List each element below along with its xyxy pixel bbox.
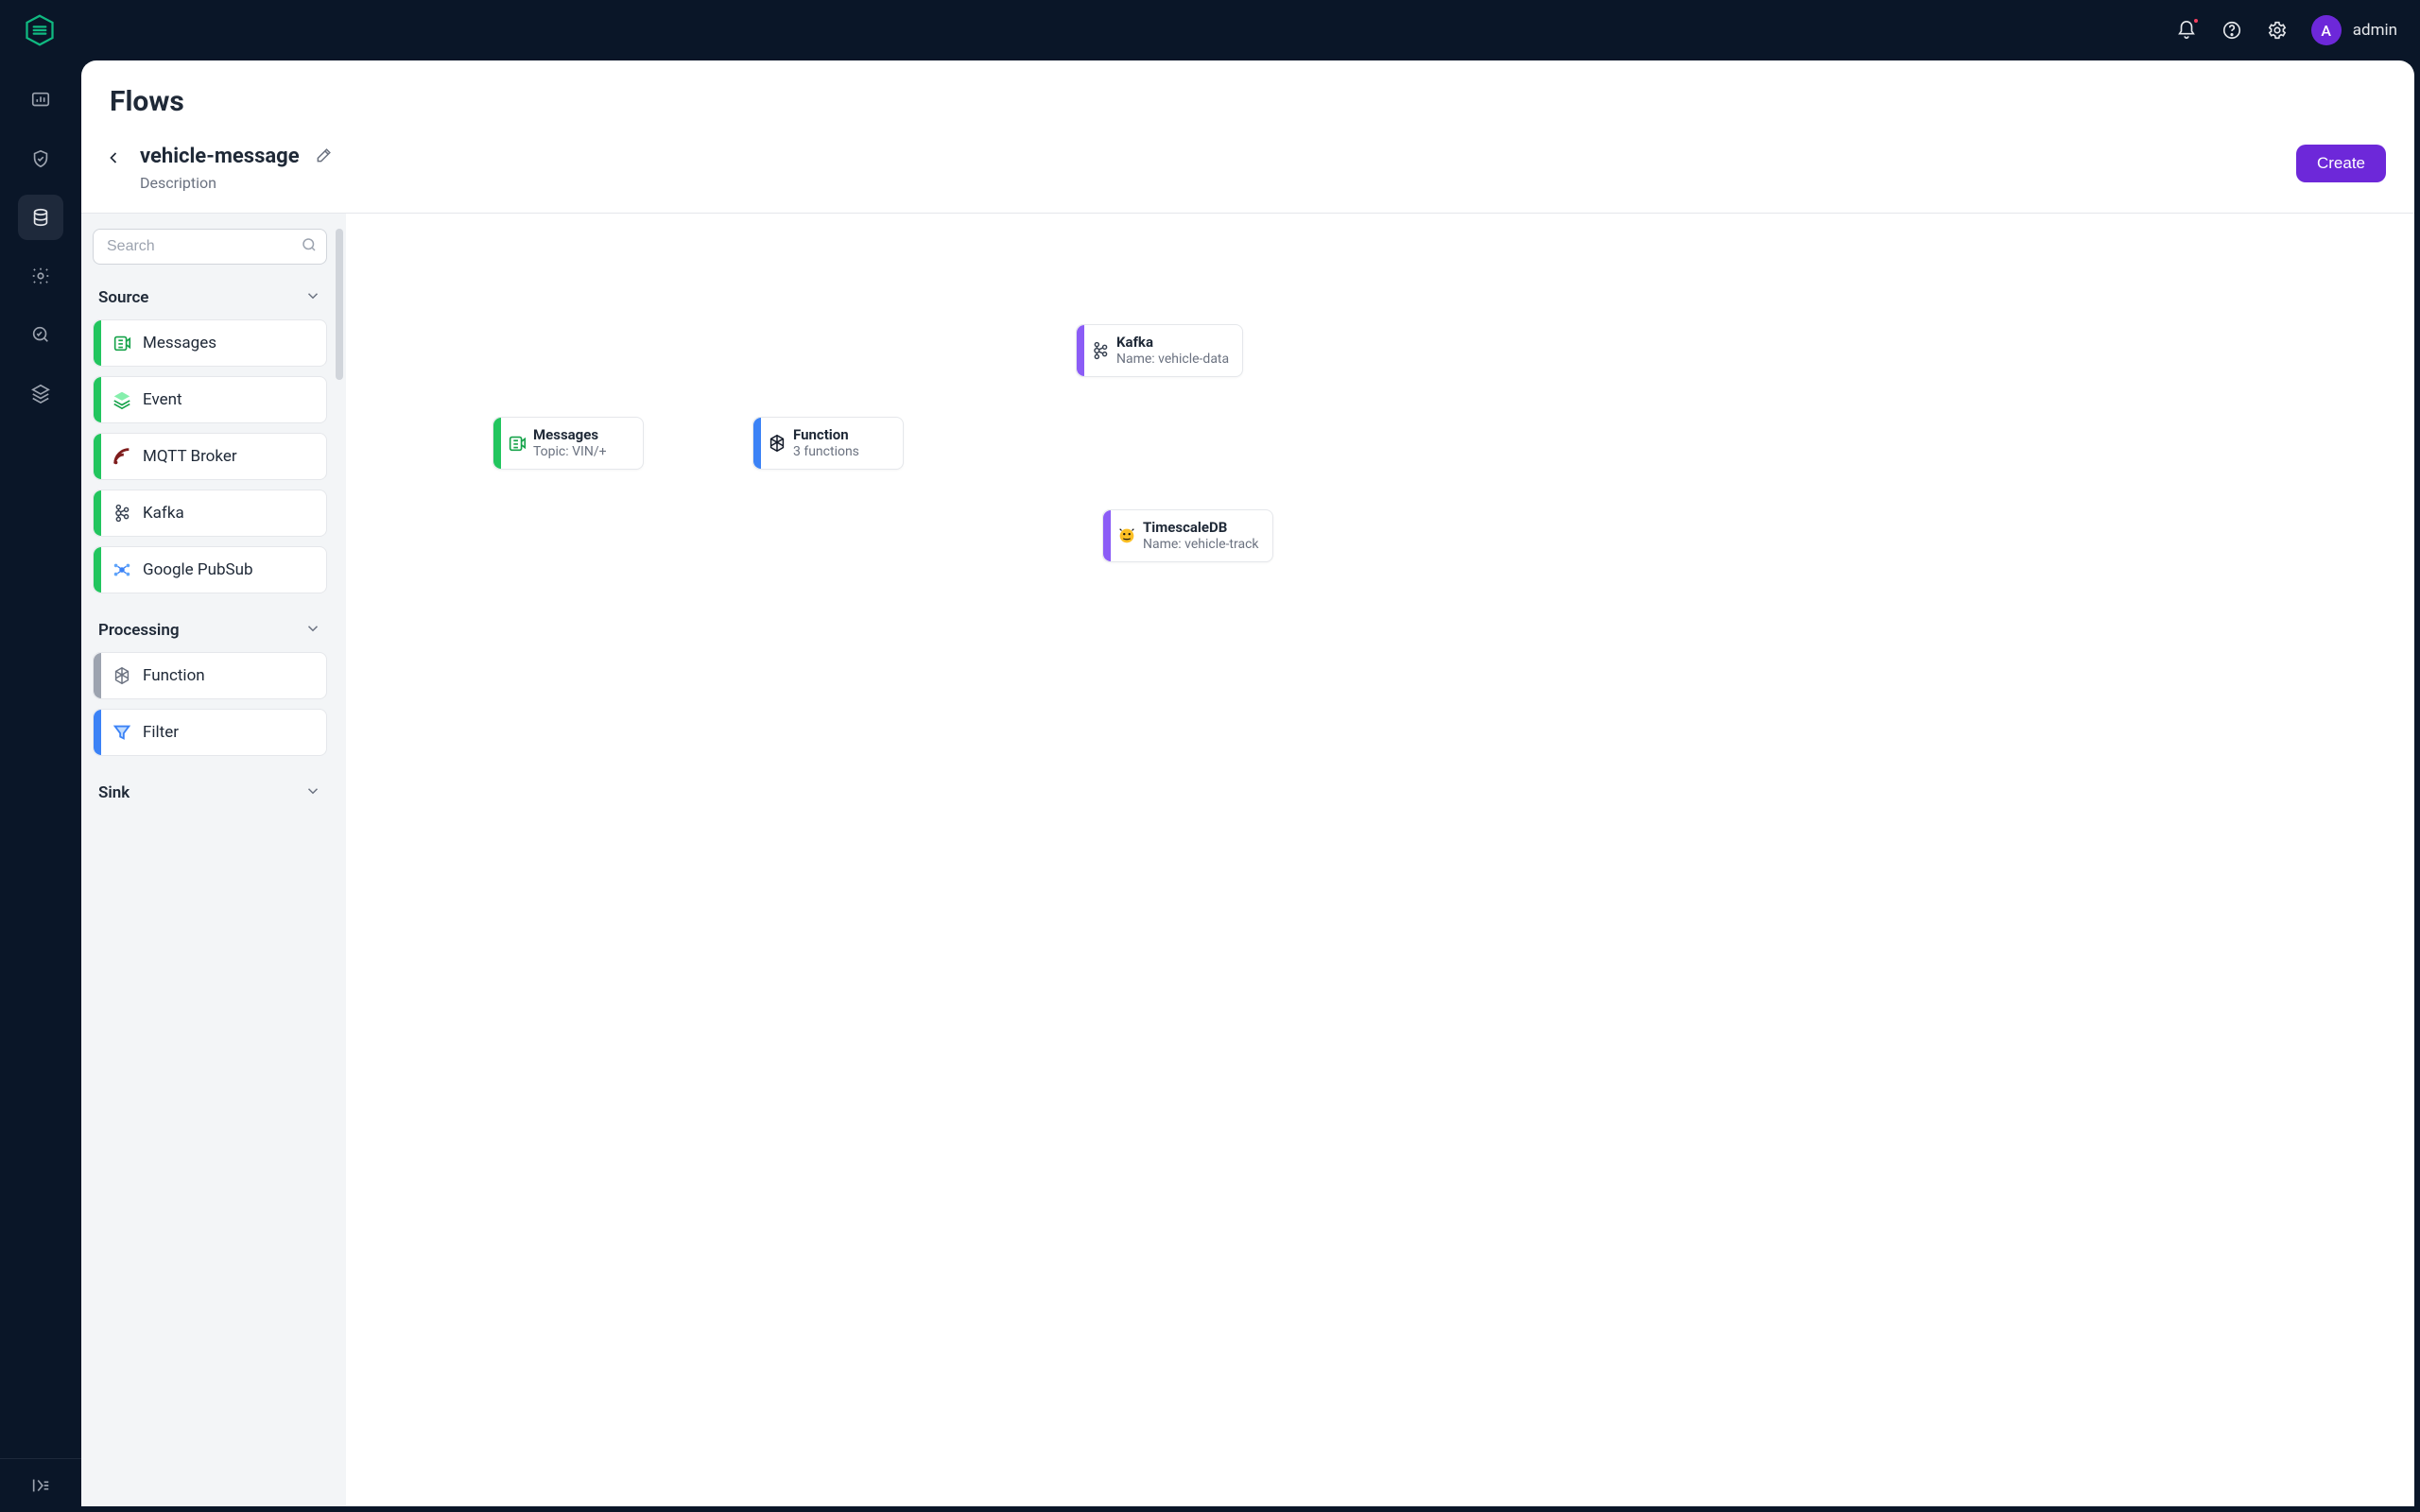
node-subtitle: Topic: VIN/+ (533, 443, 607, 460)
user-menu[interactable]: A admin (2311, 15, 2397, 45)
palette-group-header[interactable]: Sink (93, 779, 327, 815)
node-stripe (753, 418, 761, 469)
notifications-icon[interactable] (2175, 19, 2198, 42)
palette-item-stripe (94, 547, 101, 593)
palette-search (93, 229, 327, 265)
chevron-down-icon (304, 620, 321, 641)
user-name: admin (2353, 21, 2397, 40)
palette: Source Messages Event MQTT Broker Kafka … (81, 214, 346, 1506)
palette-item-label: MQTT Broker (143, 447, 237, 466)
node-title: Kafka (1116, 334, 1229, 351)
palette-group-header[interactable]: Source (93, 284, 327, 319)
pubsub-icon (101, 559, 143, 580)
node-kafka[interactable]: Kafka Name: vehicle-data (1076, 324, 1243, 377)
function-icon (761, 418, 793, 469)
palette-item-function[interactable]: Function (93, 652, 327, 699)
node-subtitle: Name: vehicle-data (1116, 351, 1229, 368)
messages-icon (101, 333, 143, 353)
palette-item-label: Event (143, 390, 182, 409)
mqtt-icon (101, 446, 143, 467)
node-stripe (1103, 510, 1111, 561)
palette-group-title: Sink (98, 783, 130, 802)
notification-dot (2192, 17, 2200, 25)
back-button[interactable] (96, 141, 130, 175)
node-title: Messages (533, 426, 607, 443)
palette-item-label: Filter (143, 723, 179, 742)
flow-header: vehicle-message Description Create (81, 128, 2414, 214)
palette-item-label: Google PubSub (143, 560, 253, 579)
node-title: Function (793, 426, 859, 443)
nav-rail (0, 60, 81, 1512)
search-icon (301, 236, 318, 257)
palette-item-stripe (94, 320, 101, 366)
palette-item-stripe (94, 490, 101, 536)
palette-group-header[interactable]: Processing (93, 616, 327, 652)
app-logo[interactable] (23, 13, 57, 47)
nav-security-icon[interactable] (18, 136, 63, 181)
topbar: A admin (0, 0, 2420, 60)
palette-group: Processing Function Filter (93, 616, 327, 756)
palette-group-title: Source (98, 288, 148, 307)
palette-item-stripe (94, 434, 101, 479)
palette-item-stripe (94, 377, 101, 422)
avatar: A (2311, 15, 2342, 45)
function-icon (101, 665, 143, 686)
nav-layers-icon[interactable] (18, 370, 63, 416)
node-function[interactable]: Function 3 functions (752, 417, 904, 470)
palette-scrollbar[interactable] (336, 229, 343, 1506)
palette-item-label: Messages (143, 334, 216, 352)
node-stripe (1077, 325, 1084, 376)
palette-group: Sink (93, 779, 327, 815)
messages-icon (501, 418, 533, 469)
palette-item-label: Function (143, 666, 205, 685)
event-icon (101, 389, 143, 410)
kafka-icon (101, 503, 143, 524)
kafka-icon (1084, 325, 1116, 376)
timescale-icon (1111, 510, 1143, 561)
node-tsdb[interactable]: TimescaleDB Name: vehicle-track (1102, 509, 1273, 562)
palette-item-filter[interactable]: Filter (93, 709, 327, 756)
palette-item-kafka[interactable]: Kafka (93, 490, 327, 537)
flow-name: vehicle-message (140, 145, 300, 168)
flow-description[interactable]: Description (140, 174, 334, 192)
edit-name-button[interactable] (315, 146, 334, 168)
node-stripe (493, 418, 501, 469)
palette-item-messages[interactable]: Messages (93, 319, 327, 367)
nav-flows-icon[interactable] (18, 195, 63, 240)
page-title: Flows (110, 85, 2386, 118)
palette-item-event[interactable]: Event (93, 376, 327, 423)
nav-diagnostics-icon[interactable] (18, 312, 63, 357)
node-subtitle: 3 functions (793, 443, 859, 460)
palette-item-label: Kafka (143, 504, 184, 523)
palette-item-stripe (94, 653, 101, 698)
chevron-down-icon (304, 287, 321, 308)
main: Flows vehicle-message Description Create (81, 60, 2414, 1506)
settings-icon[interactable] (2266, 19, 2289, 42)
nav-cog-icon[interactable] (18, 253, 63, 299)
create-button[interactable]: Create (2296, 145, 2386, 182)
node-messages[interactable]: Messages Topic: VIN/+ (493, 417, 644, 470)
node-title: TimescaleDB (1143, 519, 1259, 536)
palette-item-mqtt-broker[interactable]: MQTT Broker (93, 433, 327, 480)
palette-group: Source Messages Event MQTT Broker Kafka … (93, 284, 327, 593)
chevron-down-icon (304, 782, 321, 803)
node-subtitle: Name: vehicle-track (1143, 536, 1259, 553)
palette-item-google-pubsub[interactable]: Google PubSub (93, 546, 327, 593)
palette-item-stripe (94, 710, 101, 755)
nav-collapse-icon[interactable] (18, 1470, 63, 1501)
filter-icon (101, 722, 143, 743)
nav-dashboard-icon[interactable] (18, 77, 63, 123)
flow-canvas[interactable]: Messages Topic: VIN/+ Function 3 functio… (346, 214, 2414, 1506)
help-icon[interactable] (2221, 19, 2243, 42)
search-input[interactable] (93, 229, 327, 265)
edges (346, 214, 630, 355)
palette-group-title: Processing (98, 621, 180, 640)
